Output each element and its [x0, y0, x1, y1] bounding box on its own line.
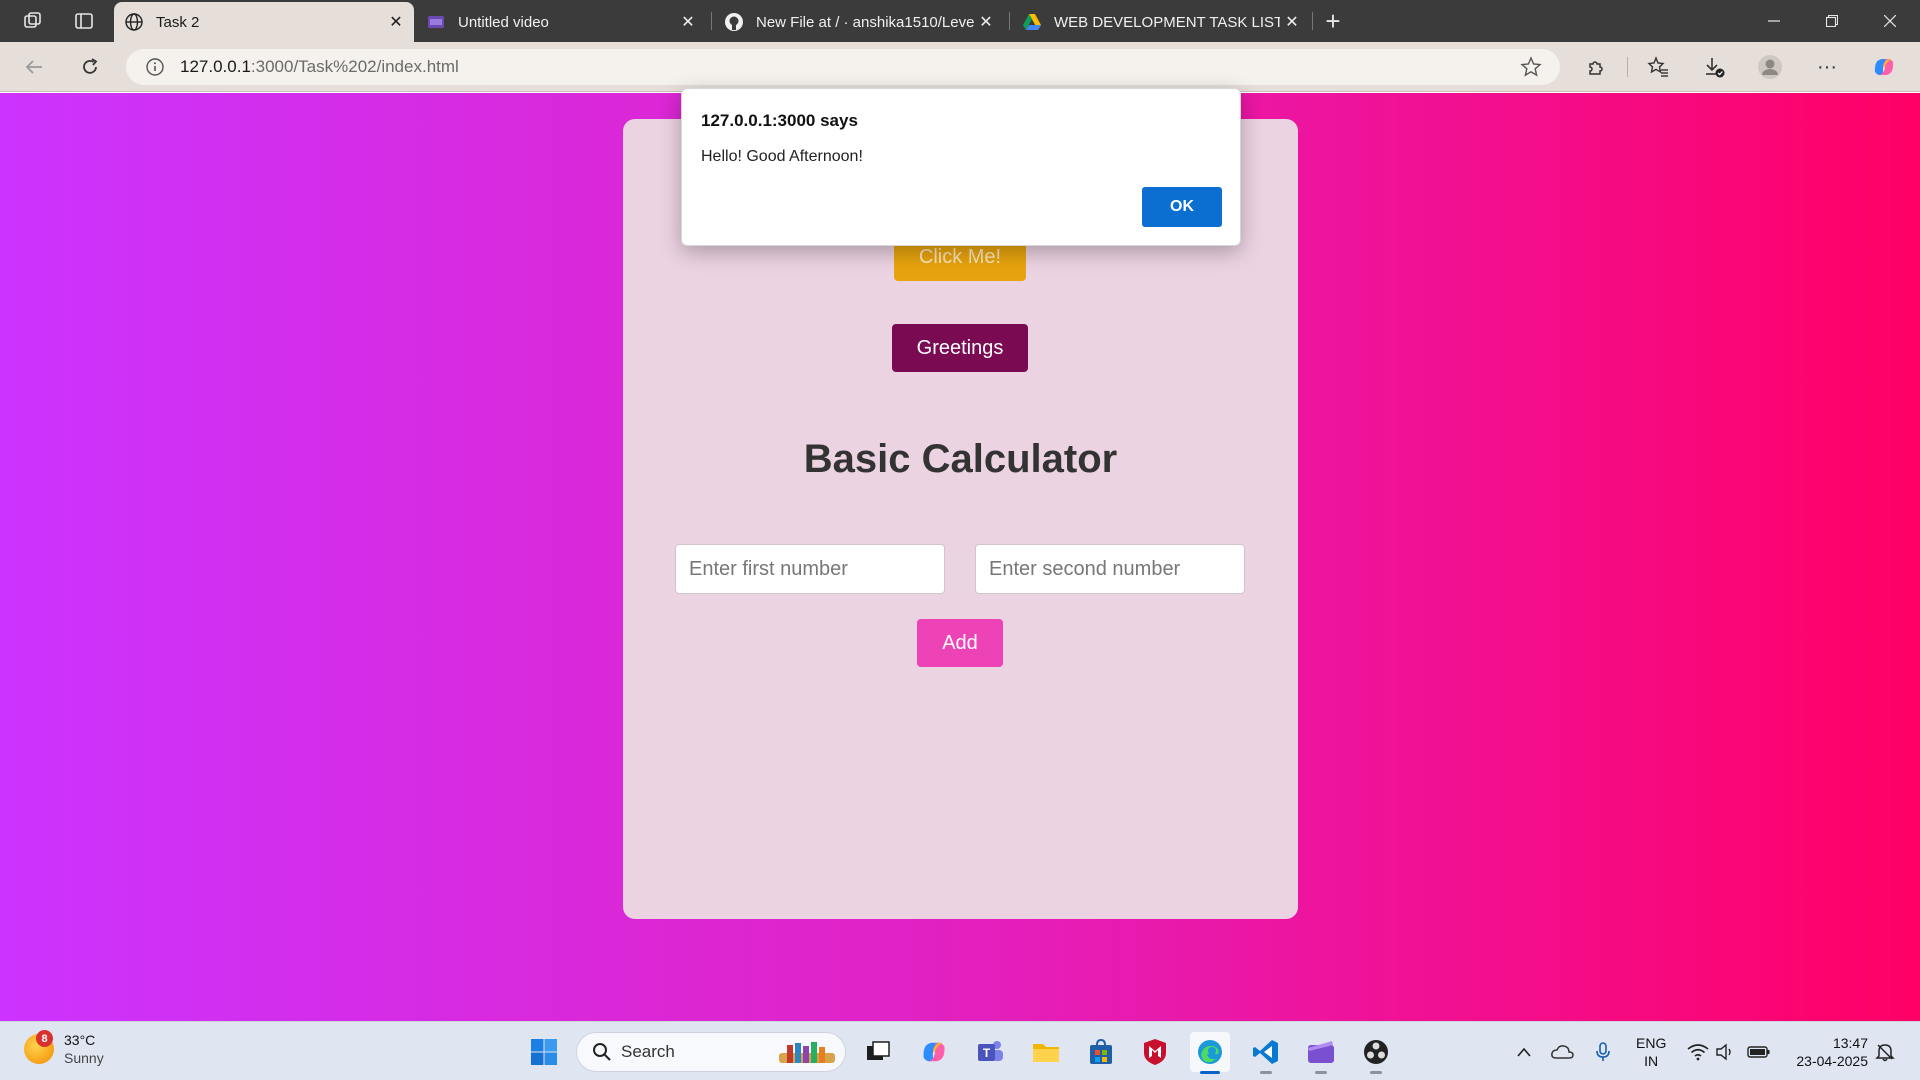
tab-label: Untitled video — [458, 13, 549, 31]
more-options-icon[interactable]: ··· — [1811, 51, 1843, 83]
dialog-message: Hello! Good Afternoon! — [701, 148, 863, 165]
workspaces-icon[interactable] — [18, 6, 48, 36]
weather-temperature: 33°C — [64, 1032, 96, 1048]
browser-toolbar: 127.0.0.1:3000/Task%202/index.html ··· — [0, 42, 1920, 92]
notification-badge: 8 — [36, 1030, 53, 1047]
battery-icon[interactable] — [1744, 1032, 1774, 1072]
microphone-icon[interactable] — [1588, 1032, 1618, 1072]
minimize-button[interactable] — [1745, 0, 1803, 42]
second-number-input[interactable] — [975, 544, 1245, 594]
file-explorer-icon[interactable] — [1026, 1032, 1066, 1072]
mcafee-icon[interactable] — [1135, 1032, 1175, 1072]
clock-date: 23-04-2025 — [1796, 1053, 1868, 1069]
back-button[interactable] — [18, 51, 50, 83]
close-icon[interactable]: ✕ — [676, 10, 700, 34]
start-button[interactable] — [524, 1032, 564, 1072]
copilot-app-icon[interactable] — [914, 1032, 954, 1072]
github-icon — [724, 12, 744, 32]
tab-label: Task 2 — [156, 13, 200, 31]
add-button[interactable]: Add — [917, 619, 1003, 667]
microsoft-store-icon[interactable] — [1081, 1032, 1121, 1072]
tab-github-new-file[interactable]: New File at / · anshika1510/Level- ✕ — [714, 2, 1004, 42]
tab-untitled-video[interactable]: Untitled video ✕ — [416, 2, 706, 42]
alert-dialog: 127.0.0.1:3000 says Hello! Good Afternoo… — [681, 88, 1241, 246]
tab-label: WEB DEVELOPMENT TASK LIST - ( — [1054, 13, 1280, 31]
address-bar[interactable]: 127.0.0.1:3000/Task%202/index.html — [126, 49, 1560, 85]
onedrive-icon[interactable] — [1547, 1032, 1577, 1072]
volume-icon[interactable] — [1712, 1032, 1740, 1072]
notifications-bell-icon[interactable] — [1870, 1032, 1900, 1072]
weather-widget[interactable]: 8 33°C Sunny — [24, 1030, 104, 1067]
favorites-icon[interactable] — [1642, 51, 1674, 83]
svg-text:T: T — [983, 1046, 991, 1060]
tab-actions-icon[interactable] — [69, 6, 99, 36]
greetings-button[interactable]: Greetings — [892, 324, 1028, 372]
edge-browser-icon[interactable] — [1190, 1032, 1230, 1074]
vscode-icon[interactable] — [1246, 1032, 1286, 1074]
search-label: Search — [621, 1042, 675, 1061]
extensions-icon[interactable] — [1580, 51, 1612, 83]
system-clock[interactable]: 13:47 23-04-2025 — [1796, 1034, 1868, 1070]
obs-studio-icon[interactable] — [1356, 1032, 1396, 1074]
google-drive-icon — [1022, 12, 1042, 32]
new-tab-button[interactable]: + — [1318, 6, 1348, 36]
downloads-icon[interactable] — [1698, 51, 1730, 83]
task-view-icon[interactable] — [858, 1032, 898, 1072]
windows-taskbar: 8 33°C Sunny Search T ENG IN 13:47 23-04… — [0, 1021, 1920, 1080]
profile-avatar-icon[interactable] — [1754, 51, 1786, 83]
search-icon — [591, 1041, 613, 1063]
dialog-ok-button[interactable]: OK — [1142, 187, 1222, 227]
favorite-star-icon[interactable] — [1520, 56, 1542, 83]
close-window-button[interactable] — [1861, 0, 1919, 42]
video-editor-icon — [426, 12, 446, 32]
restore-button[interactable] — [1803, 0, 1861, 42]
show-hidden-icons-chevron-icon[interactable] — [1509, 1032, 1539, 1072]
copilot-icon[interactable] — [1868, 51, 1900, 83]
dialog-title: 127.0.0.1:3000 says — [701, 111, 858, 130]
first-number-input[interactable] — [675, 544, 945, 594]
browser-tab-strip: Task 2 ✕ Untitled video ✕ New File at / … — [0, 0, 1920, 42]
clock-time: 13:47 — [1832, 1035, 1868, 1051]
close-icon[interactable]: ✕ — [1280, 10, 1304, 34]
search-highlight-icon — [779, 1042, 835, 1063]
globe-icon — [124, 12, 144, 32]
tab-web-dev-task-list[interactable]: WEB DEVELOPMENT TASK LIST - ( ✕ — [1012, 2, 1310, 42]
clipchamp-icon[interactable] — [1301, 1032, 1341, 1074]
sun-icon: 8 — [24, 1030, 54, 1064]
wifi-icon[interactable] — [1684, 1032, 1712, 1072]
calculator-title: Basic Calculator — [803, 437, 1118, 481]
refresh-button[interactable] — [74, 51, 106, 83]
tab-task-2[interactable]: Task 2 ✕ — [114, 2, 414, 42]
tab-label: New File at / · anshika1510/Level- — [756, 13, 974, 31]
taskbar-search[interactable]: Search — [576, 1032, 846, 1072]
close-icon[interactable]: ✕ — [384, 10, 408, 34]
weather-condition: Sunny — [64, 1050, 104, 1066]
url-text: 127.0.0.1:3000/Task%202/index.html — [180, 57, 459, 76]
site-info-icon[interactable] — [144, 56, 166, 78]
input-language-indicator[interactable]: ENG IN — [1636, 1034, 1666, 1070]
teams-icon[interactable]: T — [970, 1032, 1010, 1072]
close-icon[interactable]: ✕ — [974, 10, 998, 34]
